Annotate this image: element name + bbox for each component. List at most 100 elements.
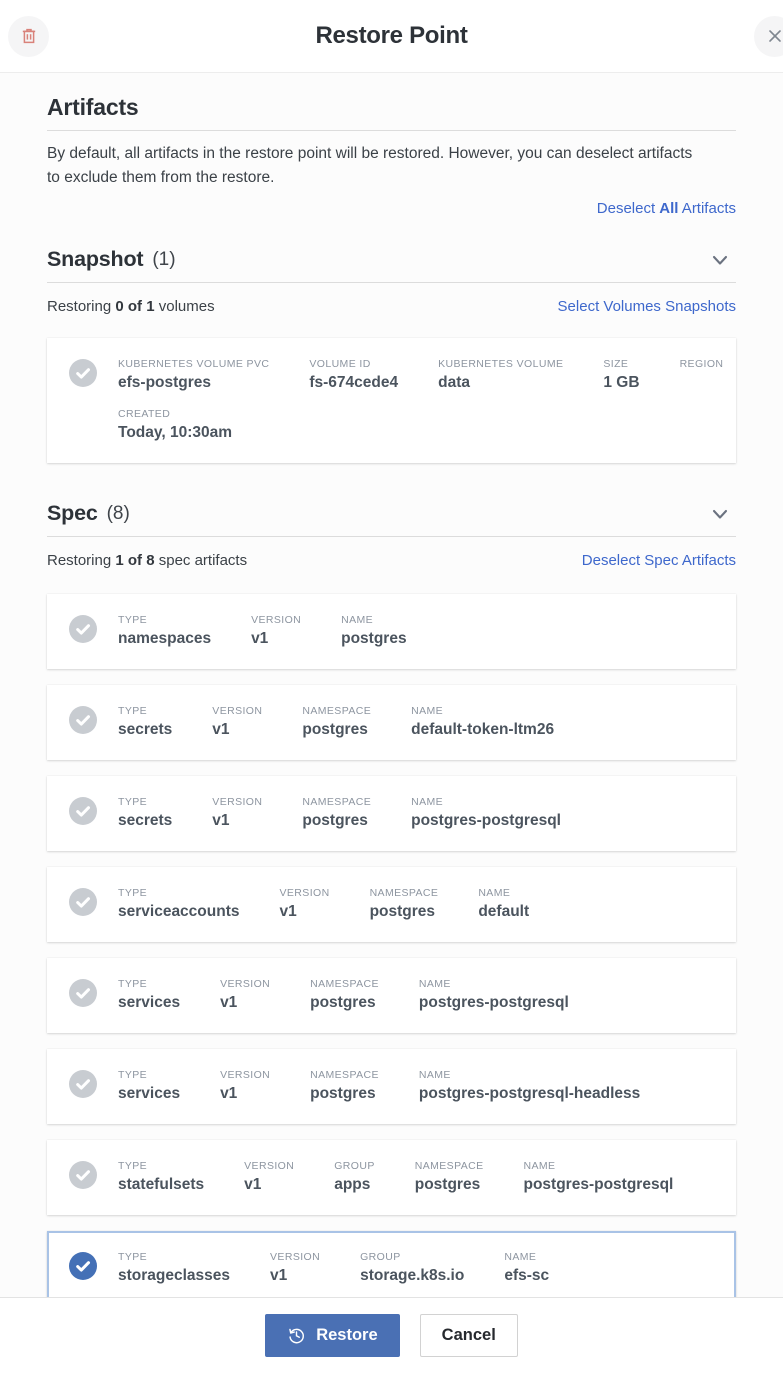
field-label: NAME [523, 1160, 556, 1172]
artifact-card[interactable]: TYPE services VERSION v1 NAMESPACE postgres NA… [47, 1049, 736, 1124]
artifact-card[interactable]: TYPE statefulsets VERSION v1 GROUP apps NAMESP… [47, 1140, 736, 1215]
field-label: TYPE [118, 705, 148, 717]
status-text: Restoring [47, 552, 116, 569]
field-label: VERSION [220, 1069, 271, 1081]
field-label: TYPE [118, 978, 148, 990]
select-volumes-snapshots-link[interactable]: Select Volumes Snapshots [558, 298, 736, 315]
field-value: efs-postgres [118, 374, 212, 391]
field-value: serviceaccounts [118, 903, 240, 920]
check-circle-icon[interactable] [69, 706, 97, 734]
card-fields: TYPE secrets VERSION v1 NAMESPACE postgres NAM… [118, 796, 561, 831]
check-circle-icon[interactable] [69, 1161, 97, 1189]
field-label: GROUP [334, 1160, 375, 1172]
field-label: NAME [411, 705, 444, 717]
field-label: VERSION [212, 796, 263, 808]
field-label: NAMESPACE [310, 978, 379, 990]
field: SIZE 1 GB [603, 358, 639, 393]
card-fields: TYPE serviceaccounts VERSION v1 NAMESPACE pos… [118, 887, 529, 922]
status-count: 0 of 1 [115, 298, 155, 315]
status-text: Restoring [47, 298, 116, 315]
field: VERSION v1 [280, 887, 330, 922]
field: NAMESPACE postgres [415, 1160, 484, 1195]
artifact-card[interactable]: TYPE secrets VERSION v1 NAMESPACE postgres NAM… [47, 685, 736, 760]
field-label: VOLUME ID [309, 358, 371, 370]
field: NAMESPACE postgres [310, 1069, 379, 1104]
field-label: NAMESPACE [369, 887, 439, 899]
artifact-card[interactable]: TYPE services VERSION v1 NAMESPACE postgres NA… [47, 958, 736, 1033]
field: NAME postgres-postgresql [411, 796, 561, 831]
field: NAME postgres-postgresql [419, 978, 569, 1013]
chevron-down-icon [712, 255, 728, 265]
field-value: default-token-ltm26 [411, 721, 555, 738]
dialog-body: Artifacts By default, all artifacts in t… [0, 73, 783, 1297]
field: NAMESPACE postgres [310, 978, 379, 1013]
field: REGION [680, 358, 724, 393]
cancel-button[interactable]: Cancel [419, 1314, 518, 1357]
field: TYPE serviceaccounts [118, 887, 240, 922]
cancel-button-label: Cancel [441, 1326, 496, 1344]
field-label: NAME [418, 1069, 451, 1081]
check-circle-icon[interactable] [69, 888, 97, 916]
artifact-card[interactable]: TYPE secrets VERSION v1 NAMESPACE postgres NAM… [47, 776, 736, 851]
artifacts-heading: Artifacts [47, 94, 736, 131]
link-text: Deselect [596, 200, 660, 217]
field: NAME postgres [341, 614, 406, 649]
field-value: fs-674cede4 [309, 374, 399, 391]
field: NAMESPACE postgres [302, 796, 371, 831]
field-label: VERSION [279, 887, 330, 899]
field: TYPE services [118, 1069, 180, 1104]
restore-button[interactable]: Restore [265, 1314, 400, 1357]
snapshot-restoring-status: Restoring 0 of 1 volumes [47, 298, 215, 315]
spec-collapse-toggle[interactable] [708, 502, 732, 526]
check-circle-icon[interactable] [69, 615, 97, 643]
field: TYPE secrets [118, 705, 172, 740]
field-value: postgres [310, 994, 376, 1011]
spec-restoring-status: Restoring 1 of 8 spec artifacts [47, 552, 247, 569]
artifact-card[interactable]: KUBERNETES VOLUME PVC efs-postgres VOLUME … [47, 338, 736, 463]
field-label: VERSION [212, 705, 263, 717]
field: KUBERNETES VOLUME data [438, 358, 563, 393]
artifact-card[interactable]: TYPE namespaces VERSION v1 NAME postgres [47, 594, 736, 669]
artifact-card[interactable]: TYPE storageclasses VERSION v1 GROUP storage.… [47, 1231, 736, 1297]
check-circle-icon[interactable] [69, 359, 97, 387]
field: NAME default-token-ltm26 [411, 705, 554, 740]
field-label: TYPE [118, 796, 148, 808]
field-label: VERSION [244, 1160, 295, 1172]
field-value: namespaces [118, 630, 212, 647]
card-fields: TYPE secrets VERSION v1 NAMESPACE postgres NAM… [118, 705, 554, 740]
spec-heading: Spec [47, 501, 98, 525]
field-value: v1 [220, 994, 238, 1011]
card-fields: TYPE services VERSION v1 NAMESPACE postgres NA… [118, 1069, 640, 1104]
restore-button-label: Restore [316, 1326, 378, 1344]
check-circle-icon[interactable] [69, 1070, 97, 1098]
field-label: TYPE [118, 1160, 148, 1172]
field: VERSION v1 [270, 1251, 320, 1286]
deselect-all-artifacts-link[interactable]: Deselect All Artifacts [597, 200, 736, 217]
card-fields: TYPE namespaces VERSION v1 NAME postgres [118, 614, 407, 649]
field-label: GROUP [360, 1251, 401, 1263]
field: NAME default [478, 887, 529, 922]
field: GROUP storage.k8s.io [360, 1251, 464, 1286]
field-label: TYPE [118, 614, 148, 626]
field: NAME postgres-postgresql-headless [419, 1069, 640, 1104]
field-value: default [478, 903, 530, 920]
field-value: postgres [302, 812, 368, 829]
artifacts-description: By default, all artifacts in the restore… [47, 145, 693, 186]
check-circle-icon[interactable] [69, 797, 97, 825]
field-value: storageclasses [118, 1267, 231, 1284]
field-value: secrets [118, 721, 173, 738]
field-label: NAMESPACE [414, 1160, 484, 1172]
link-text: Artifacts [678, 200, 736, 217]
field-value: postgres-postgresql-headless [418, 1085, 641, 1102]
field-label: TYPE [118, 887, 148, 899]
deselect-spec-artifacts-link[interactable]: Deselect Spec Artifacts [582, 552, 736, 569]
artifact-card[interactable]: TYPE serviceaccounts VERSION v1 NAMESPACE pos… [47, 867, 736, 942]
field-value: postgres [302, 721, 368, 738]
snapshot-collapse-toggle[interactable] [708, 248, 732, 272]
field-label: TYPE [118, 1251, 148, 1263]
snapshot-card-list: KUBERNETES VOLUME PVC efs-postgres VOLUME … [47, 338, 736, 463]
check-circle-icon[interactable] [69, 979, 97, 1007]
field: GROUP apps [334, 1160, 375, 1195]
check-circle-icon[interactable] [69, 1252, 97, 1280]
field-value: apps [334, 1176, 371, 1193]
